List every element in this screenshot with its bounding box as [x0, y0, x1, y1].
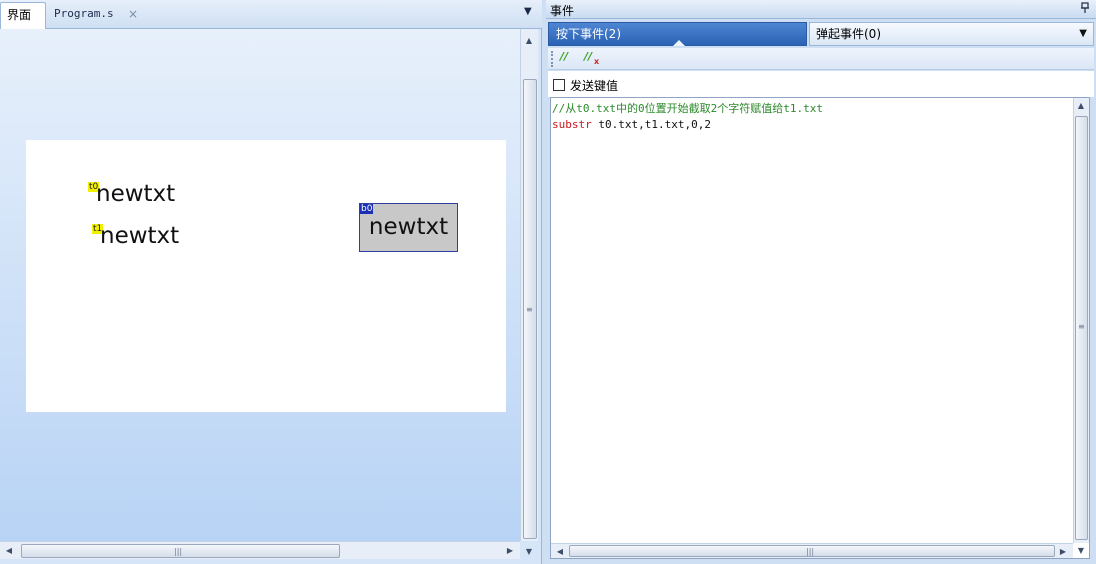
scroll-up-arrow-icon[interactable]: ▲ [1075, 100, 1087, 112]
tab-release-event[interactable]: 弹起事件(0) ▼ [809, 22, 1094, 46]
code-keyword: substr [552, 118, 592, 131]
text-component-t1[interactable]: newtxt [100, 223, 179, 249]
code-line-comment: //从t0.txt中的0位置开始截取2个字符赋值给t1.txt [552, 102, 823, 115]
scroll-left-arrow-icon[interactable]: ◀ [554, 546, 566, 558]
tab-press-event[interactable]: 按下事件(2) [548, 22, 807, 46]
code-arguments: t0.txt,t1.txt,0,2 [591, 118, 711, 131]
grip-icon: ||| [806, 547, 815, 556]
horizontal-scroll-thumb[interactable]: ||| [21, 544, 340, 558]
tab-list-dropdown-icon[interactable]: ▼ [524, 6, 532, 17]
chevron-down-icon[interactable]: ▼ [1079, 23, 1087, 45]
editor-vertical-scrollbar[interactable]: ▲ ≡ [1073, 98, 1089, 543]
scroll-right-arrow-icon[interactable]: ▶ [1057, 546, 1069, 558]
pin-icon-graphic [1081, 2, 1089, 13]
close-tab-icon[interactable]: × [128, 2, 138, 26]
send-key-label: 发送键值 [570, 79, 619, 93]
event-options-row: 发送键值 [548, 71, 1094, 97]
code-content[interactable]: //从t0.txt中的0位置开始截取2个字符赋值给t1.txt substr t0… [552, 101, 823, 133]
event-tab-bar: 按下事件(2) 弹起事件(0) ▼ [546, 22, 1096, 46]
send-key-checkbox[interactable] [553, 79, 565, 91]
tab-program[interactable]: Program.s × [48, 2, 144, 29]
horizontal-scroll-thumb[interactable]: ||| [569, 545, 1055, 557]
code-editor[interactable]: //从t0.txt中的0位置开始截取2个字符赋值给t1.txt substr t0… [550, 97, 1090, 559]
button-component-b0[interactable]: newtxt b0 [359, 203, 458, 252]
event-panel-header: 事件 [546, 0, 1096, 19]
tab-program-label: Program.s [54, 7, 114, 20]
comment-glyph: // [560, 50, 569, 63]
scroll-down-arrow-icon[interactable]: ▼ [523, 546, 535, 558]
component-id-tag-b0: b0 [360, 204, 374, 214]
canvas-vertical-scrollbar[interactable]: ▲ ≡ [520, 29, 538, 541]
uncomment-glyph: // [584, 50, 593, 63]
remove-mark-icon: x [594, 57, 600, 66]
button-b0-label: newtxt [368, 214, 449, 240]
vertical-scroll-thumb[interactable]: ≡ [523, 79, 537, 539]
tab-press-event-label: 按下事件(2) [556, 27, 621, 41]
design-canvas-area: t0 newtxt t1 newtxt newtxt b0 [0, 29, 520, 541]
grip-icon: ≡ [1078, 322, 1085, 331]
uncomment-lines-icon[interactable]: // x [584, 50, 599, 66]
grip-icon: ≡ [526, 305, 533, 314]
text-component-t0[interactable]: newtxt [96, 181, 175, 207]
scroll-right-arrow-icon[interactable]: ▶ [504, 545, 516, 557]
code-toolbar: // // x [548, 48, 1094, 70]
comment-lines-icon[interactable]: // [560, 50, 568, 63]
vertical-scroll-thumb[interactable]: ≡ [1075, 116, 1088, 540]
tab-ui[interactable]: 界面 [0, 2, 46, 29]
panel-title: 事件 [550, 4, 575, 18]
scroll-down-arrow-icon[interactable]: ▼ [1075, 545, 1087, 557]
editor-horizontal-scrollbar[interactable]: ◀ ||| ▶ [551, 543, 1073, 558]
tab-ui-label: 界面 [7, 8, 32, 22]
toolbar-grip[interactable] [551, 51, 553, 67]
designer-panel: 界面 Program.s × ▼ t0 newtxt t1 newtxt new… [0, 0, 542, 564]
pin-icon[interactable] [1080, 2, 1090, 17]
document-tab-bar: 界面 Program.s × ▼ [0, 0, 542, 29]
scroll-up-arrow-icon[interactable]: ▲ [523, 35, 535, 47]
code-line-command: substr t0.txt,t1.txt,0,2 [552, 117, 823, 133]
canvas-horizontal-scrollbar[interactable]: ◀ ||| ▶ [0, 541, 520, 559]
hmi-screen[interactable]: t0 newtxt t1 newtxt newtxt b0 [26, 140, 506, 412]
tab-release-event-label: 弹起事件(0) [816, 27, 881, 41]
scroll-left-arrow-icon[interactable]: ◀ [3, 545, 15, 557]
event-panel: 事件 按下事件(2) 弹起事件(0) ▼ // // x 发送键值 //从t0.… [546, 0, 1096, 564]
grip-icon: ||| [174, 547, 183, 556]
